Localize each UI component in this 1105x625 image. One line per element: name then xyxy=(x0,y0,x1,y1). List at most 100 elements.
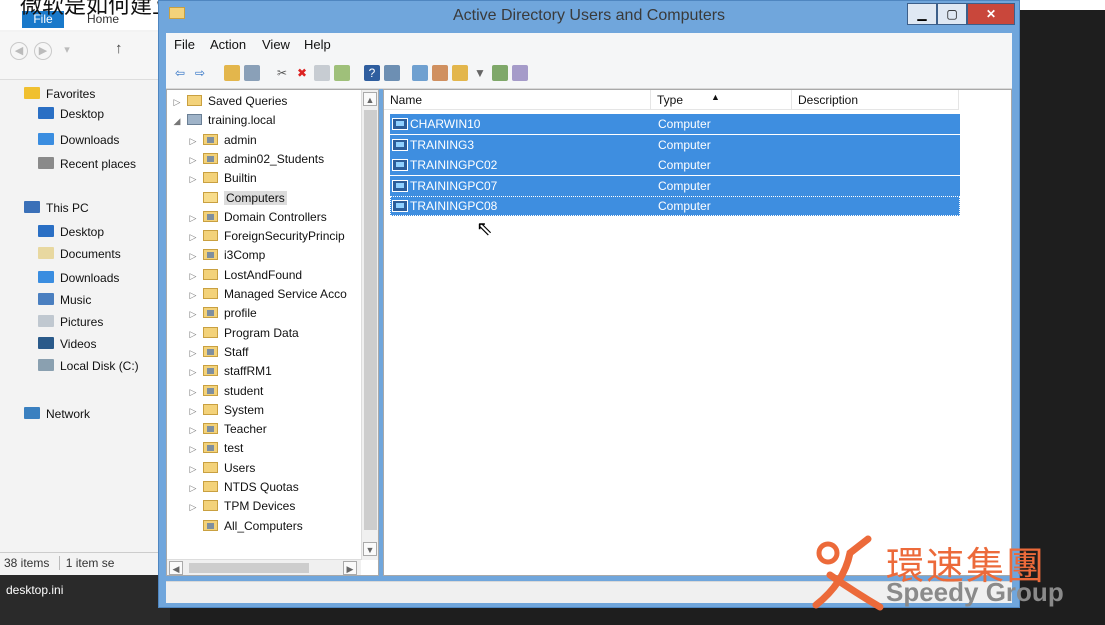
tree-node[interactable]: ▷ student xyxy=(187,382,264,402)
tree-node[interactable]: ▷ Managed Service Acco xyxy=(187,285,347,304)
back-icon[interactable]: ◀ xyxy=(10,42,28,60)
expand-arrow-icon[interactable]: ◢ xyxy=(171,112,183,131)
explorer-nav-item[interactable]: Videos xyxy=(38,334,96,354)
explorer-nav-item[interactable]: Local Disk (C:) xyxy=(38,356,139,376)
expand-arrow-icon[interactable]: ▷ xyxy=(187,402,199,421)
explorer-nav-item[interactable]: Music xyxy=(38,290,91,310)
tree-node[interactable]: ▷ admin02_Students xyxy=(187,150,325,170)
expand-arrow-icon[interactable]: ▷ xyxy=(187,132,199,151)
tree-node[interactable]: ▷ Staff xyxy=(187,343,249,363)
add-to-group-icon[interactable] xyxy=(512,65,528,81)
create-group-icon[interactable] xyxy=(432,65,448,81)
tree-node[interactable]: ▷ NTDS Quotas xyxy=(187,478,299,497)
close-button[interactable]: ✕ xyxy=(967,3,1015,25)
expand-arrow-icon[interactable]: ▷ xyxy=(187,344,199,363)
tree-node[interactable]: ▷ Builtin xyxy=(187,169,257,188)
expand-arrow-icon[interactable]: ▷ xyxy=(187,247,199,266)
properties-icon[interactable] xyxy=(314,65,330,81)
explorer-nav-item[interactable]: Downloads xyxy=(38,130,119,150)
up-arrow-icon[interactable]: ↑ xyxy=(115,40,123,57)
expand-arrow-icon[interactable]: ▷ xyxy=(187,498,199,517)
computer-row[interactable]: TRAINING3 Computer xyxy=(390,134,960,155)
export-list-icon[interactable] xyxy=(334,65,350,81)
scroll-left-icon[interactable]: ◀ xyxy=(169,561,183,575)
tree-node[interactable]: ▷ Saved Queries xyxy=(171,92,288,112)
expand-arrow-icon[interactable]: ▷ xyxy=(187,460,199,479)
create-ou-icon[interactable] xyxy=(452,65,468,81)
expand-arrow-icon[interactable]: ▷ xyxy=(187,286,199,305)
find-icon[interactable] xyxy=(492,65,508,81)
explorer-nav-item[interactable]: This PC xyxy=(24,198,89,218)
expand-arrow-icon[interactable]: ▷ xyxy=(171,93,183,112)
tree-scroll-thumb[interactable] xyxy=(364,110,377,530)
desktop-file-label[interactable]: desktop.ini xyxy=(6,583,63,597)
menu-view[interactable]: View xyxy=(262,37,290,52)
column-header-type[interactable]: Type ▲ xyxy=(651,90,792,110)
tree-hscroll-thumb[interactable] xyxy=(189,563,309,573)
tree-node[interactable]: ▷ Users xyxy=(187,459,256,479)
show-hide-tree-icon[interactable] xyxy=(244,65,260,81)
expand-arrow-icon[interactable]: ▷ xyxy=(187,151,199,170)
tree-node[interactable]: ▷ Teacher xyxy=(187,420,267,439)
tree-node[interactable]: ▷ LostAndFound xyxy=(187,266,303,286)
tree-node[interactable]: ▷ Domain Controllers xyxy=(187,208,327,227)
expand-arrow-icon[interactable]: ▷ xyxy=(187,305,199,324)
help-icon[interactable]: ? xyxy=(364,65,380,81)
explorer-nav-item[interactable]: Pictures xyxy=(38,312,103,332)
maximize-button[interactable]: ▢ xyxy=(937,3,967,25)
tree-node[interactable]: ▷ staffRM1 xyxy=(187,362,272,381)
computer-row[interactable]: TRAININGPC07 Computer xyxy=(390,175,960,196)
explorer-nav-item[interactable]: Recent places xyxy=(38,154,136,174)
explorer-nav-item[interactable]: Network xyxy=(24,404,90,424)
column-header-name[interactable]: Name xyxy=(384,90,651,110)
computer-row[interactable]: CHARWIN10 Computer xyxy=(390,114,960,134)
explorer-nav-item[interactable]: Desktop xyxy=(38,222,104,242)
tree-node[interactable]: ▷ admin xyxy=(187,131,257,150)
explorer-nav-item[interactable]: Desktop xyxy=(38,104,104,124)
forward-icon[interactable]: ▶ xyxy=(34,42,52,60)
computer-row[interactable]: TRAININGPC08 Computer xyxy=(390,196,960,216)
tree-horizontal-scrollbar[interactable]: ◀ ▶ xyxy=(167,559,361,575)
tree-node[interactable]: ▷ System xyxy=(187,401,264,420)
expand-arrow-icon[interactable]: ▷ xyxy=(187,209,199,228)
title-bar[interactable]: Active Directory Users and Computers ▁ ▢… xyxy=(159,1,1019,29)
tree-node[interactable]: ▷ profile xyxy=(187,304,257,323)
minimize-button[interactable]: ▁ xyxy=(907,3,937,25)
explorer-nav-item[interactable]: Favorites xyxy=(24,84,95,104)
tree-node[interactable]: ▷ test xyxy=(187,439,244,459)
tree-node[interactable]: ◢ training.local xyxy=(171,111,276,131)
explorer-nav-item[interactable]: Downloads xyxy=(38,268,119,288)
expand-arrow-icon[interactable]: ▷ xyxy=(187,170,199,189)
scroll-up-icon[interactable]: ▲ xyxy=(363,92,377,106)
cut-icon[interactable]: ✂ xyxy=(274,65,290,81)
tree-vertical-scrollbar[interactable]: ▲ ▼ xyxy=(361,90,378,560)
explorer-nav-item[interactable]: Documents xyxy=(38,244,121,264)
tree-node[interactable]: ▷ Program Data xyxy=(187,324,299,343)
tree-node[interactable]: ▷ ForeignSecurityPrincip xyxy=(187,227,345,246)
expand-arrow-icon[interactable]: ▷ xyxy=(187,363,199,382)
expand-arrow-icon[interactable]: ▷ xyxy=(187,325,199,344)
filter-icon[interactable]: ▼ xyxy=(472,65,488,81)
computer-row[interactable]: TRAININGPC02 Computer xyxy=(390,155,960,175)
expand-arrow-icon[interactable]: ▷ xyxy=(187,440,199,459)
recent-locations-icon[interactable]: ▾ xyxy=(58,42,76,60)
expand-arrow-icon[interactable]: ▷ xyxy=(187,383,199,402)
scroll-right-icon[interactable]: ▶ xyxy=(343,561,357,575)
menu-help[interactable]: Help xyxy=(304,37,331,52)
menu-file[interactable]: File xyxy=(174,37,195,52)
create-user-icon[interactable] xyxy=(412,65,428,81)
back-arrow-icon[interactable]: ⇦ xyxy=(172,65,188,81)
column-header-description[interactable]: Description xyxy=(792,90,959,110)
menu-action[interactable]: Action xyxy=(210,37,246,52)
console-icon[interactable] xyxy=(384,65,400,81)
expand-arrow-icon[interactable]: ▷ xyxy=(187,421,199,440)
tree-node[interactable]: ▷ i3Comp xyxy=(187,246,266,266)
tree-node[interactable]: ▷ TPM Devices xyxy=(187,497,296,517)
tree-node[interactable]: Computers xyxy=(187,189,287,208)
expand-arrow-icon[interactable]: ▷ xyxy=(187,228,199,247)
expand-arrow-icon[interactable]: ▷ xyxy=(187,267,199,286)
up-folder-icon[interactable] xyxy=(224,65,240,81)
expand-arrow-icon[interactable]: ▷ xyxy=(187,479,199,498)
forward-arrow-icon[interactable]: ⇨ xyxy=(192,65,208,81)
delete-icon[interactable]: ✖ xyxy=(294,65,310,81)
